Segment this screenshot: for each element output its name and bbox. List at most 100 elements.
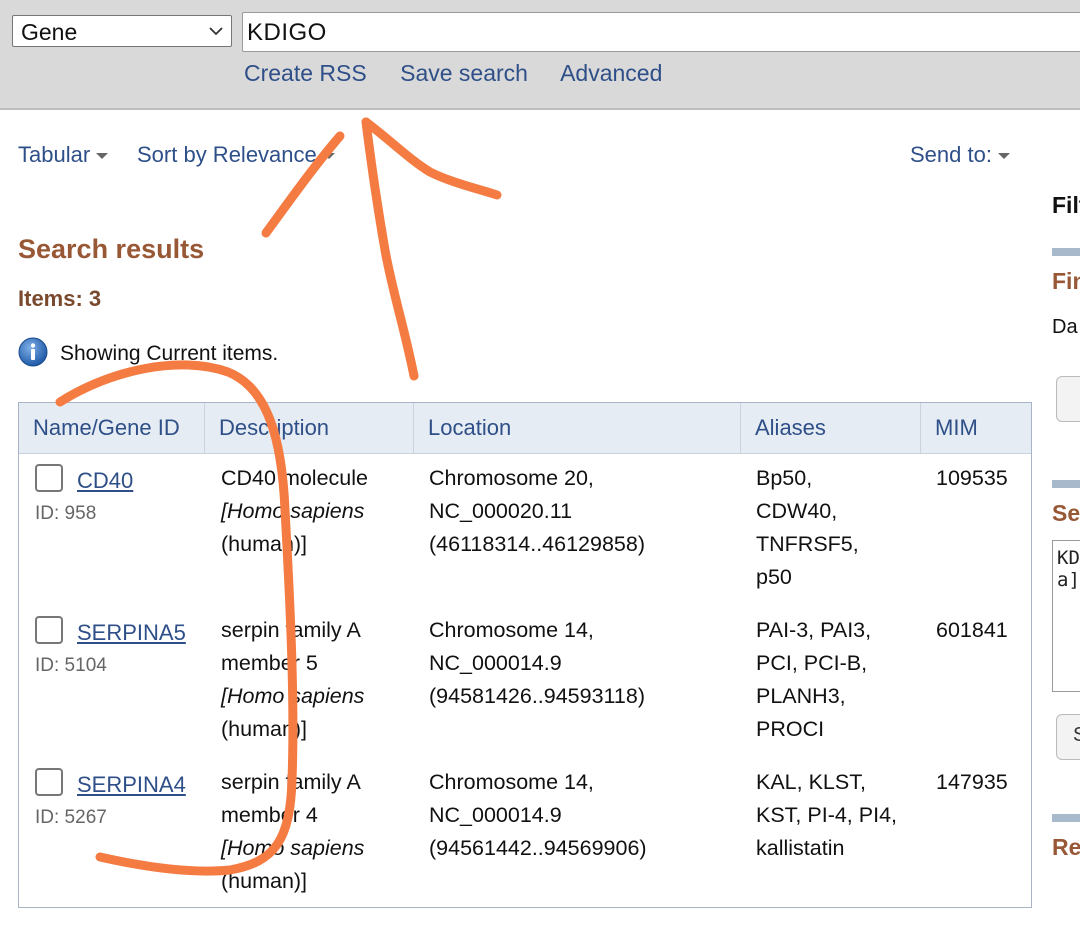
alias-line: KAL, KLST, xyxy=(756,770,866,794)
results-table: Name/Gene ID Description Location Aliase… xyxy=(18,402,1032,908)
table-row: SERPINA4 ID: 5267 serpin family A member… xyxy=(19,765,1031,905)
column-header-mim[interactable]: MIM xyxy=(921,403,1033,453)
location-cell: Chromosome 14, NC_000014.9 (94581426..94… xyxy=(429,614,645,713)
search-details-box[interactable]: KD a] xyxy=(1052,540,1080,692)
results-heading: Search results xyxy=(18,234,205,264)
find-heading: Fin xyxy=(1052,268,1080,294)
location-line: Chromosome 14, xyxy=(429,618,594,642)
alias-line: kallistatin xyxy=(756,836,845,860)
column-header-description[interactable]: Description xyxy=(205,403,414,453)
column-header-location[interactable]: Location xyxy=(414,403,741,453)
table-row: CD40 ID: 958 CD40 molecule [Homo sapiens… xyxy=(19,461,1031,611)
row-checkbox[interactable] xyxy=(35,616,63,644)
alias-line: p50 xyxy=(756,565,792,589)
description-cell: CD40 molecule [Homo sapiens (human)] xyxy=(221,462,368,561)
search-query: KDIGO xyxy=(247,19,327,46)
table-header: Name/Gene ID Description Location Aliase… xyxy=(19,403,1031,454)
alias-line: TNFRSF5, xyxy=(756,532,859,556)
description-line: serpin family A xyxy=(221,618,361,642)
aliases-cell: Bp50, CDW40, TNFRSF5, p50 xyxy=(756,462,859,594)
alias-line: PAI-3, PAI3, xyxy=(756,618,872,642)
panel-divider xyxy=(1052,480,1080,488)
search-input[interactable]: KDIGO xyxy=(242,12,1080,52)
location-line: NC_000014.9 xyxy=(429,651,562,675)
description-line: (human)] xyxy=(221,532,308,556)
search-links: Create RSS Save search Advanced xyxy=(244,60,689,87)
alias-line: PROCI xyxy=(756,717,825,741)
panel-divider xyxy=(1052,814,1080,822)
caret-down-icon xyxy=(997,153,1010,160)
description-line: member 4 xyxy=(221,803,318,827)
location-cell: Chromosome 14, NC_000014.9 (94561442..94… xyxy=(429,766,647,865)
database-select-value: Gene xyxy=(21,19,78,45)
description-cell: serpin family A member 5 [Homo sapiens (… xyxy=(221,614,364,746)
send-to-menu[interactable]: Send to: xyxy=(910,142,1010,168)
description-line: [Homo sapiens xyxy=(221,836,365,860)
row-checkbox[interactable] xyxy=(35,768,63,796)
annotation-arrow-stroke xyxy=(361,117,419,381)
search-details-line: a] xyxy=(1057,569,1080,591)
location-line: Chromosome 20, xyxy=(429,466,594,490)
description-cell: serpin family A member 4 [Homo sapiens (… xyxy=(221,766,364,898)
location-line: NC_000014.9 xyxy=(429,803,562,827)
date-label: Da xyxy=(1052,316,1078,338)
database-select[interactable]: Gene xyxy=(12,15,232,47)
gene-link[interactable]: SERPINA5 xyxy=(77,620,186,646)
create-rss-link[interactable]: Create RSS xyxy=(244,60,367,86)
description-line: member 5 xyxy=(221,651,318,675)
table-row: SERPINA5 ID: 5104 serpin family A member… xyxy=(19,613,1031,763)
alias-line: KST, PI-4, PI4, xyxy=(756,803,897,827)
mim-cell[interactable]: 109535 xyxy=(936,462,1008,495)
location-line: NC_000020.11 xyxy=(429,499,573,523)
chevron-down-icon xyxy=(209,27,223,36)
format-menu[interactable]: Tabular xyxy=(18,142,109,168)
panel-button[interactable] xyxy=(1056,376,1080,422)
search-button-label: S xyxy=(1073,724,1080,746)
mim-cell[interactable]: 601841 xyxy=(936,614,1008,647)
alias-line: Bp50, xyxy=(756,466,813,490)
aliases-cell: KAL, KLST, KST, PI-4, PI4, kallistatin xyxy=(756,766,897,865)
info-text: Showing Current items. xyxy=(60,342,279,365)
search-details-line: KD xyxy=(1057,547,1080,569)
gene-id: ID: 5267 xyxy=(35,807,107,828)
description-line: [Homo sapiens xyxy=(221,499,365,523)
location-line: (94561442..94569906) xyxy=(429,836,647,860)
caret-down-icon xyxy=(322,153,335,160)
save-search-link[interactable]: Save search xyxy=(400,60,528,86)
recent-activity-heading: Re xyxy=(1052,834,1080,860)
search-bar: Gene KDIGO Create RSS Save search Advanc… xyxy=(0,0,1080,110)
description-line: [Homo sapiens xyxy=(221,684,365,708)
description-line: (human)] xyxy=(221,869,308,893)
format-label: Tabular xyxy=(18,142,91,167)
description-line: serpin family A xyxy=(221,770,361,794)
info-icon xyxy=(18,337,48,367)
description-line: CD40 molecule xyxy=(221,466,368,490)
gene-link[interactable]: CD40 xyxy=(77,468,133,494)
advanced-link[interactable]: Advanced xyxy=(560,60,662,86)
alias-line: CDW40, xyxy=(756,499,838,523)
items-count: Items: 3 xyxy=(18,286,102,311)
sort-label: Sort by Relevance xyxy=(137,142,317,167)
send-to-label: Send to: xyxy=(910,142,992,167)
gene-id: ID: 958 xyxy=(35,503,97,524)
aliases-cell: PAI-3, PAI3, PCI, PCI-B, PLANH3, PROCI xyxy=(756,614,871,746)
mim-cell[interactable]: 147935 xyxy=(936,766,1008,799)
location-line: (94581426..94593118) xyxy=(429,684,645,708)
alias-line: PCI, PCI-B, xyxy=(756,651,868,675)
description-line: (human)] xyxy=(221,717,308,741)
column-header-aliases[interactable]: Aliases xyxy=(741,403,921,453)
annotation-arrow-stroke xyxy=(361,117,502,200)
column-header-name[interactable]: Name/Gene ID xyxy=(19,403,205,453)
row-checkbox[interactable] xyxy=(35,464,63,492)
location-line: (46118314..46129858) xyxy=(429,532,645,556)
search-button[interactable]: S xyxy=(1056,714,1080,760)
gene-id: ID: 5104 xyxy=(35,655,107,676)
location-line: Chromosome 14, xyxy=(429,770,594,794)
alias-line: PLANH3, xyxy=(756,684,846,708)
caret-down-icon xyxy=(96,153,109,160)
panel-divider xyxy=(1052,248,1080,256)
sort-menu[interactable]: Sort by Relevance xyxy=(137,142,335,168)
location-cell: Chromosome 20, NC_000020.11 (46118314..4… xyxy=(429,462,645,561)
gene-link[interactable]: SERPINA4 xyxy=(77,772,186,798)
filters-heading: Filt xyxy=(1052,192,1080,218)
